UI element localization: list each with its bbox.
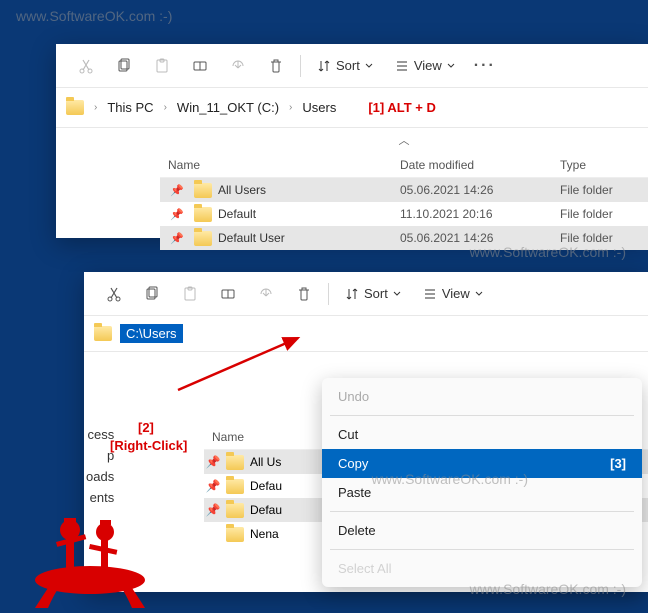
file-name: Default User — [218, 231, 285, 245]
file-type: File folder — [560, 207, 648, 221]
copy-icon[interactable] — [106, 49, 142, 83]
file-row[interactable]: 📌 Default 11.10.2021 20:16 File folder — [160, 202, 648, 226]
breadcrumb-item[interactable]: This PC — [107, 100, 153, 115]
ctx-copy[interactable]: Copy [3] — [322, 449, 642, 478]
annotation-2: [2] — [138, 420, 154, 435]
chevron-down-icon — [393, 290, 401, 298]
file-date: 05.06.2021 14:26 — [400, 231, 560, 245]
explorer-window-2: Sort View C:\Users cess p oads ents Name… — [84, 272, 648, 592]
pin-icon[interactable]: 📌 — [204, 479, 222, 493]
folder-icon — [226, 527, 244, 542]
folder-icon — [66, 100, 84, 115]
separator — [328, 283, 329, 305]
paste-icon — [172, 277, 208, 311]
explorer-window-1: Sort View ··· › This PC › Win_11_OKT (C:… — [56, 44, 648, 238]
watermark: www.SoftwareOK.com :-) — [16, 8, 172, 24]
file-name: Nena — [250, 527, 279, 541]
sidebar-item[interactable]: oads — [84, 466, 120, 487]
file-date: 11.10.2021 20:16 — [400, 207, 560, 221]
rename-icon[interactable] — [210, 277, 246, 311]
pin-icon[interactable]: 📌 — [204, 503, 222, 517]
file-name: Defau — [250, 479, 282, 493]
view-label: View — [414, 58, 442, 73]
column-name[interactable]: Name — [160, 158, 400, 172]
ctx-selectall: Select All — [322, 554, 642, 583]
rename-icon[interactable] — [182, 49, 218, 83]
annotation-1: [1] ALT + D — [368, 100, 436, 115]
pin-icon[interactable]: 📌 — [160, 184, 194, 197]
cut-icon[interactable] — [96, 277, 132, 311]
more-icon[interactable]: ··· — [467, 49, 503, 83]
separator — [300, 55, 301, 77]
copy-icon[interactable] — [134, 277, 170, 311]
folder-icon — [226, 455, 244, 470]
sort-button[interactable]: Sort — [307, 49, 383, 83]
chevron-down-icon — [447, 62, 455, 70]
share-icon — [248, 277, 284, 311]
breadcrumb-item[interactable]: Win_11_OKT (C:) — [177, 100, 279, 115]
file-date: 05.06.2021 14:26 — [400, 183, 560, 197]
ctx-paste[interactable]: Paste — [322, 478, 642, 507]
annotation-arrow — [168, 330, 318, 400]
sort-icon — [317, 59, 331, 73]
pin-icon[interactable]: 📌 — [160, 232, 194, 245]
folder-icon — [194, 231, 212, 246]
cut-icon — [68, 49, 104, 83]
folder-icon — [226, 479, 244, 494]
sort-label: Sort — [364, 286, 388, 301]
separator — [330, 549, 634, 550]
pin-icon[interactable]: 📌 — [204, 455, 222, 469]
mascot-icon — [20, 490, 160, 610]
file-type: File folder — [560, 183, 648, 197]
chevron-right-icon: › — [164, 102, 167, 113]
delete-icon[interactable] — [258, 49, 294, 83]
ctx-copy-label: Copy — [338, 456, 368, 471]
ctx-delete[interactable]: Delete — [322, 516, 642, 545]
paste-icon — [144, 49, 180, 83]
breadcrumb[interactable]: › This PC › Win_11_OKT (C:) › Users [1] … — [56, 88, 648, 128]
toolbar: Sort View — [84, 272, 648, 316]
pin-icon[interactable]: 📌 — [160, 208, 194, 221]
file-list: 📌 All Users 05.06.2021 14:26 File folder… — [160, 178, 648, 250]
sort-label: Sort — [336, 58, 360, 73]
sort-icon — [345, 287, 359, 301]
scroll-up-icon[interactable]: ︿ — [160, 128, 648, 152]
file-name: All Users — [218, 183, 266, 197]
toolbar: Sort View ··· — [56, 44, 648, 88]
annotation-3: [3] — [610, 456, 626, 471]
column-headers: Name Date modified Type — [160, 152, 648, 178]
separator — [330, 415, 634, 416]
column-name[interactable]: Name — [204, 430, 324, 444]
chevron-right-icon: › — [289, 102, 292, 113]
view-button[interactable]: View — [385, 49, 465, 83]
file-row[interactable]: 📌 All Users 05.06.2021 14:26 File folder — [160, 178, 648, 202]
view-icon — [423, 287, 437, 301]
folder-icon — [194, 183, 212, 198]
file-name: Defau — [250, 503, 282, 517]
ctx-undo: Undo — [322, 382, 642, 411]
column-date[interactable]: Date modified — [400, 158, 560, 172]
folder-icon — [194, 207, 212, 222]
chevron-down-icon — [365, 62, 373, 70]
delete-icon[interactable] — [286, 277, 322, 311]
annotation-rightclick: [Right-Click] — [110, 438, 187, 453]
file-type: File folder — [560, 231, 648, 245]
view-icon — [395, 59, 409, 73]
column-type[interactable]: Type — [560, 158, 648, 172]
file-name: All Us — [250, 455, 281, 469]
ctx-cut[interactable]: Cut — [322, 420, 642, 449]
share-icon — [220, 49, 256, 83]
file-name: Default — [218, 207, 256, 221]
chevron-down-icon — [475, 290, 483, 298]
context-menu: Undo Cut Copy [3] Paste Delete Select Al… — [322, 378, 642, 587]
folder-icon — [226, 503, 244, 518]
folder-icon — [94, 326, 112, 341]
sort-button[interactable]: Sort — [335, 277, 411, 311]
view-button[interactable]: View — [413, 277, 493, 311]
chevron-right-icon: › — [94, 102, 97, 113]
view-label: View — [442, 286, 470, 301]
file-row[interactable]: 📌 Default User 05.06.2021 14:26 File fol… — [160, 226, 648, 250]
breadcrumb-item[interactable]: Users — [302, 100, 336, 115]
separator — [330, 511, 634, 512]
